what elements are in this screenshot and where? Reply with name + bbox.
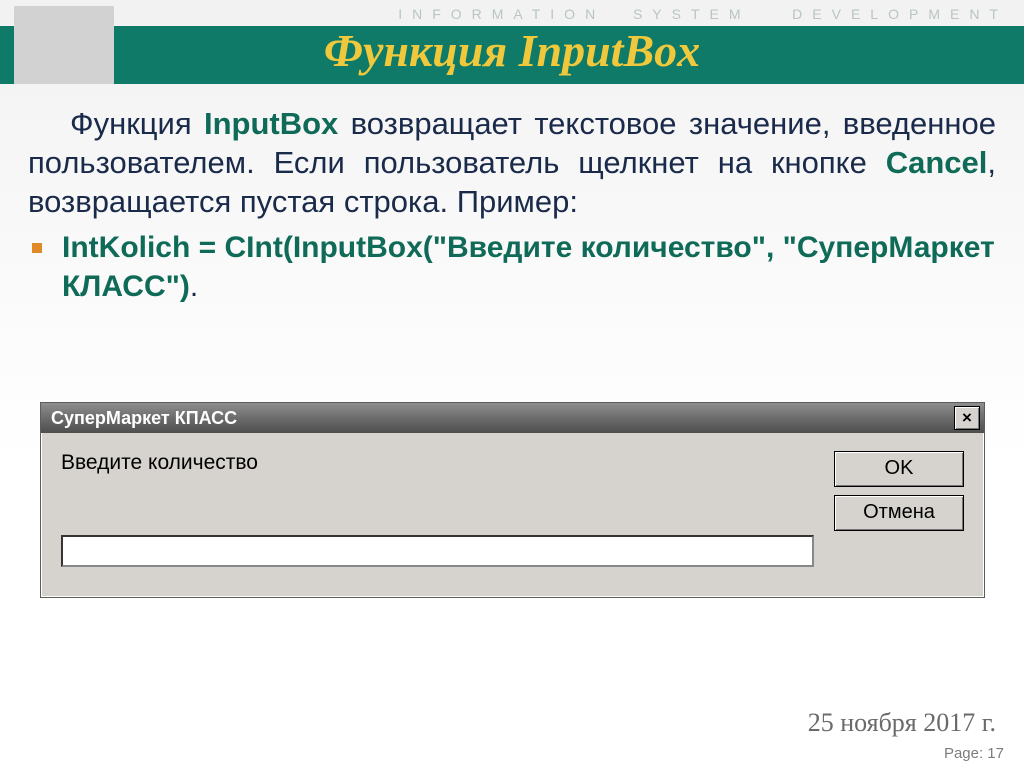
cancel-button[interactable]: Отмена [834,495,964,531]
dialog-prompt: Введите количество [61,451,814,475]
slide-title: Функция InputBox [0,24,1024,77]
dialog-buttons: OK Отмена [834,451,964,567]
para-pre: Функция [70,106,204,141]
dialog-left-pane: Введите количество [61,451,814,567]
code-line: IntKolich = CInt(InputBox("Введите колич… [62,231,995,302]
code-dot: . [190,270,198,303]
bullet-item: IntKolich = CInt(InputBox("Введите колич… [28,229,996,306]
slide: INFORMATION SYSTEM DEVELOPMENT Функция I… [0,0,1024,768]
keyword-inputbox: InputBox [204,106,338,141]
close-button[interactable]: × [954,406,980,430]
content-area: Функция InputBox возвращает текстовое зн… [28,105,996,306]
header-tracery: INFORMATION SYSTEM DEVELOPMENT [0,6,1024,22]
paragraph-main: Функция InputBox возвращает текстовое зн… [28,105,996,221]
dialog-window: СуперМаркет КПАСС × Введите количество O… [40,402,985,598]
keyword-cancel: Cancel [886,145,988,180]
dialog-title: СуперМаркет КПАСС [51,408,237,429]
bullet-marker-icon [32,243,42,253]
dialog-titlebar: СуперМаркет КПАСС × [41,403,984,433]
dialog-input-field[interactable] [61,535,814,567]
footer-date: 25 ноября 2017 г. [808,708,996,738]
inputbox-dialog: СуперМаркет КПАСС × Введите количество O… [40,402,985,598]
close-icon: × [962,408,972,428]
footer-page-number: Page: 17 [944,745,1004,762]
ok-button[interactable]: OK [834,451,964,487]
dialog-body: Введите количество OK Отмена [41,433,984,597]
bullet-code-text: IntKolich = CInt(InputBox("Введите колич… [62,229,996,306]
